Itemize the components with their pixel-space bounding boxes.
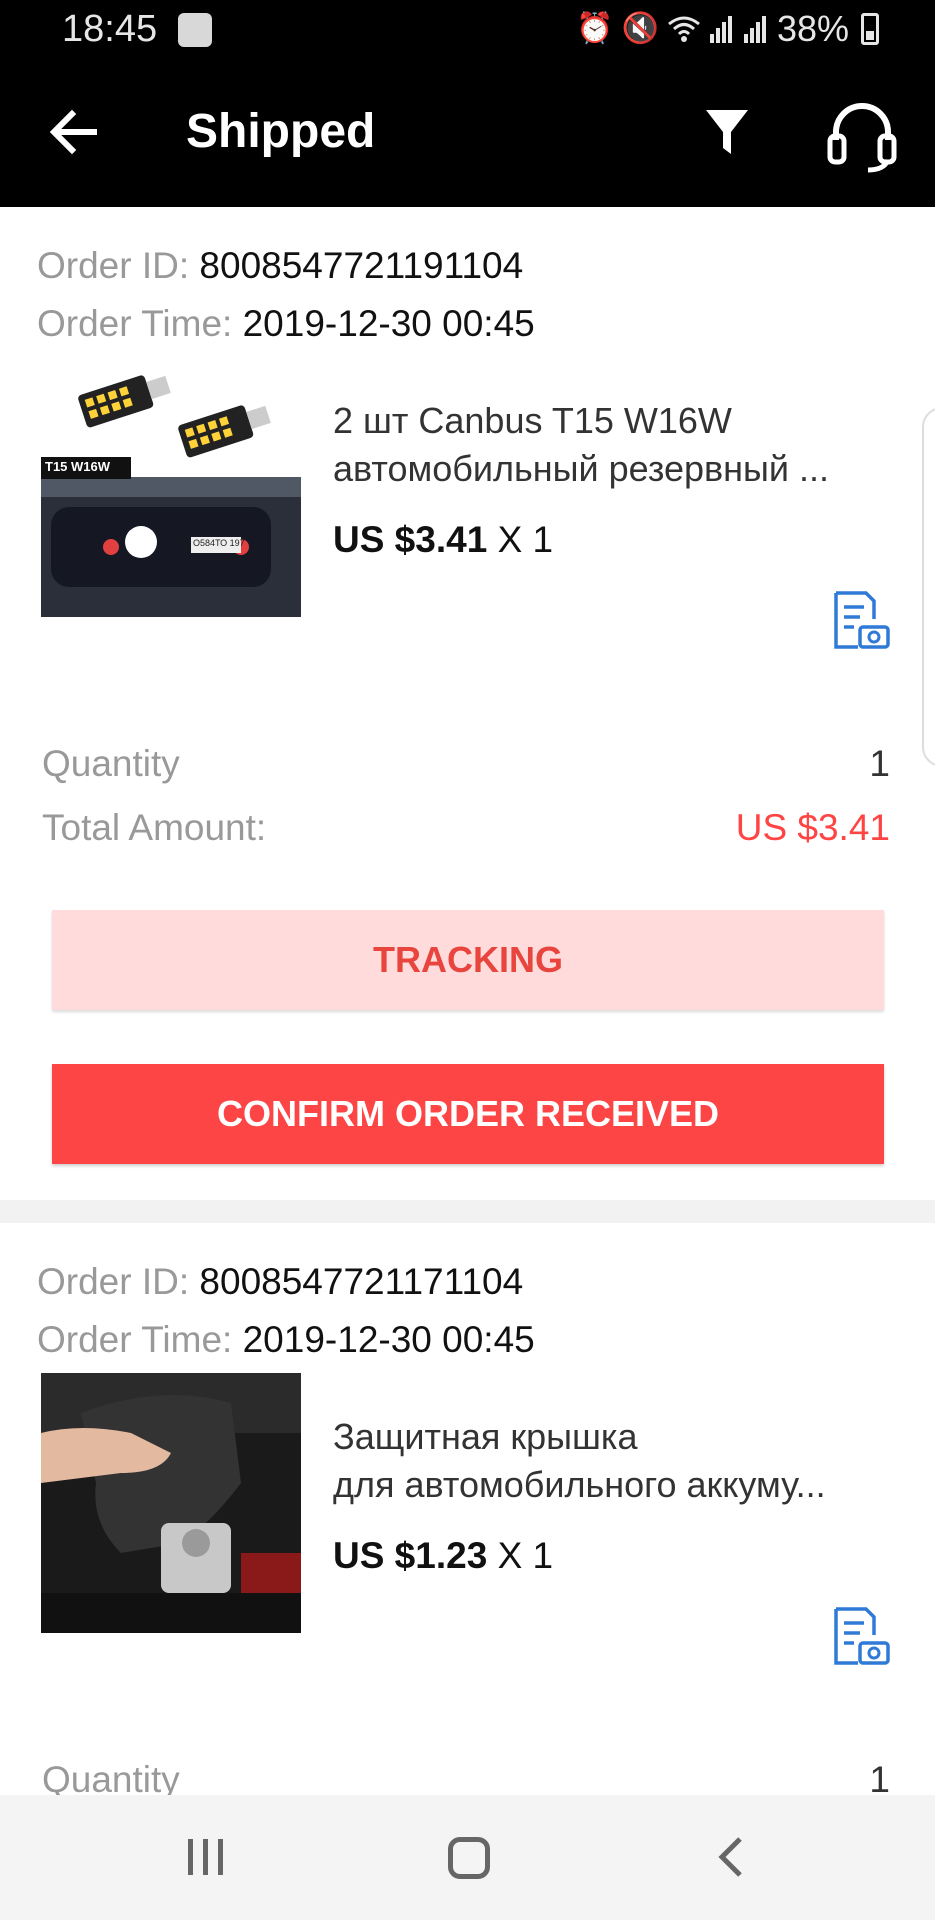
- signal-icon: [709, 16, 732, 43]
- quantity-value: 1: [869, 1759, 890, 1795]
- top-bar: 18:45 ⏰ 🔇 38% Shipped: [0, 0, 935, 207]
- alarm-icon: ⏰: [576, 12, 614, 45]
- product-price-row: US $3.41 X 1: [333, 519, 553, 561]
- product-name-line1: 2 шт Canbus T15 W16W: [333, 400, 732, 441]
- product-name-line2: автомобильный резервный ...: [333, 448, 829, 489]
- mute-icon: 🔇: [621, 12, 659, 45]
- wifi-icon: [668, 16, 700, 42]
- thumbnail-plate: О584ТО 197: [193, 538, 245, 548]
- tracking-button[interactable]: TRACKING: [52, 910, 884, 1010]
- total-label: Total Amount:: [42, 807, 267, 848]
- status-bar: 18:45 ⏰ 🔇 38%: [0, 0, 935, 64]
- recent-apps-icon[interactable]: [186, 1837, 226, 1877]
- thumbnail-label: T15 W16W: [45, 459, 111, 474]
- photo-review-icon[interactable]: [832, 1607, 890, 1667]
- app-bar: Shipped: [0, 64, 935, 207]
- order-id-value: 8008547721171104: [199, 1261, 524, 1302]
- page-title: Shipped: [186, 105, 376, 158]
- filter-icon[interactable]: [700, 106, 754, 160]
- order-id-label: Order ID:: [37, 1261, 190, 1302]
- product-name[interactable]: Защитная крышка для автомобильного аккум…: [333, 1413, 893, 1509]
- order-id-row: Order ID: 8008547721191104: [37, 245, 523, 287]
- status-icons: ⏰ 🔇 38%: [576, 8, 879, 50]
- product-thumbnail[interactable]: T15 W16W О584ТО 197: [41, 357, 301, 617]
- status-time: 18:45: [62, 8, 158, 50]
- battery-percent: 38%: [776, 8, 849, 49]
- product-qty-suffix: X 1: [497, 1535, 554, 1576]
- side-drawer-handle[interactable]: [922, 407, 935, 767]
- back-arrow-icon[interactable]: [40, 98, 108, 166]
- product-price: US $1.23: [333, 1535, 488, 1576]
- product-price: US $3.41: [333, 519, 488, 560]
- total-value: US $3.41: [735, 807, 890, 848]
- product-price-row: US $1.23 X 1: [333, 1535, 553, 1577]
- order-time-row: Order Time: 2019-12-30 00:45: [37, 1319, 535, 1361]
- nav-back-icon[interactable]: [712, 1835, 752, 1879]
- order-card: Order ID: 8008547721191104 Order Time: 2…: [0, 207, 935, 1200]
- product-name-line2: для автомобильного аккуму...: [333, 1464, 826, 1505]
- photo-review-icon[interactable]: [832, 591, 890, 651]
- home-icon[interactable]: [448, 1837, 490, 1879]
- quantity-label: Quantity: [42, 1759, 180, 1795]
- order-id-value: 8008547721191104: [199, 245, 524, 286]
- signal-icon: [743, 16, 766, 43]
- confirm-order-received-button[interactable]: CONFIRM ORDER RECEIVED: [52, 1064, 884, 1164]
- order-id-label: Order ID:: [37, 245, 190, 286]
- order-time-value: 2019-12-30 00:45: [242, 303, 535, 344]
- product-name[interactable]: 2 шт Canbus T15 W16W автомобильный резер…: [333, 397, 893, 493]
- quantity-value: 1: [869, 743, 890, 784]
- order-list[interactable]: Order ID: 8008547721191104 Order Time: 2…: [0, 207, 935, 1795]
- order-time-label: Order Time:: [37, 303, 233, 344]
- product-thumbnail[interactable]: [41, 1373, 301, 1633]
- product-qty-suffix: X 1: [497, 519, 554, 560]
- headset-icon[interactable]: [822, 96, 902, 176]
- product-name-line1: Защитная крышка: [333, 1416, 638, 1457]
- battery-icon: [861, 13, 879, 45]
- order-time-row: Order Time: 2019-12-30 00:45: [37, 303, 535, 345]
- order-time-label: Order Time:: [37, 1319, 233, 1360]
- order-id-row: Order ID: 8008547721171104: [37, 1261, 523, 1303]
- system-nav-bar: [0, 1795, 935, 1920]
- order-time-value: 2019-12-30 00:45: [242, 1319, 535, 1360]
- quantity-label: Quantity: [42, 743, 180, 784]
- order-card: Order ID: 8008547721171104 Order Time: 2…: [0, 1223, 935, 1795]
- app-notification-icon: [178, 13, 212, 47]
